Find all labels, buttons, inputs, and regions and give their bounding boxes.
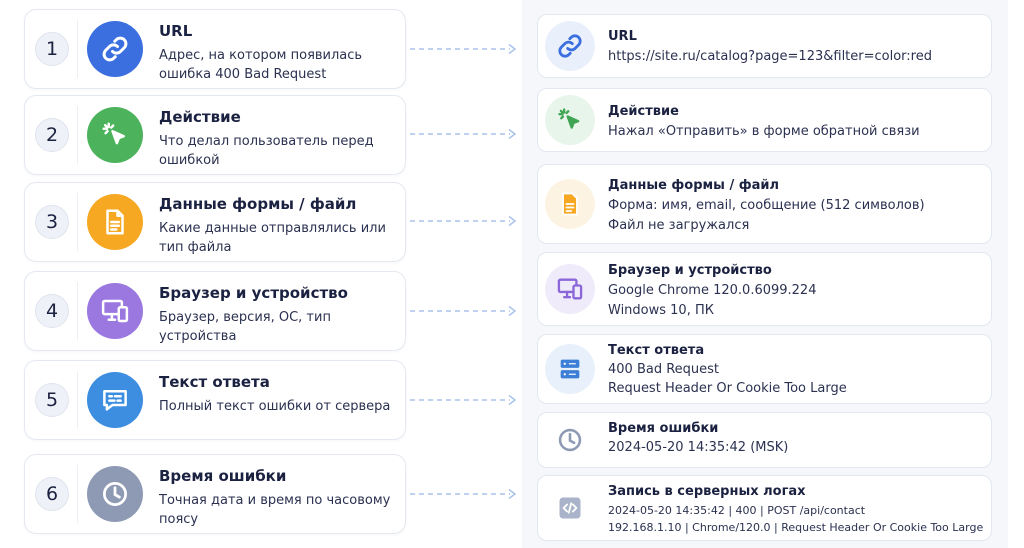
step-title: Браузер и устройство	[159, 284, 348, 302]
example-title: URL	[608, 29, 637, 44]
document-icon	[87, 194, 143, 250]
link-icon	[545, 21, 595, 71]
step-title: Действие	[159, 108, 241, 126]
step-card-error-time: 6 Время ошибки Точная дата и время по ча…	[24, 454, 406, 534]
example-card-server-logs: Запись в серверных логах 2024-05-20 14:3…	[537, 475, 992, 541]
step-description: Адрес, на котором появилась ошибка 400 B…	[159, 48, 363, 82]
cursor-click-icon	[545, 95, 595, 145]
step-description: Что делал пользователь перед ошибкой	[159, 134, 374, 168]
divider	[77, 282, 78, 340]
example-title: Время ошибки	[608, 421, 719, 436]
clock-icon	[87, 466, 143, 522]
example-title: Данные формы / файл	[608, 178, 780, 193]
message-icon	[87, 372, 143, 428]
step-description: Какие данные отправлялись или тип файла	[159, 221, 386, 255]
step-card-response-text: 5 Текст ответа Полный текст ошибки от се…	[24, 360, 406, 440]
divider	[77, 465, 78, 523]
divider	[77, 106, 78, 164]
example-card-action: Действие Нажал «Отправить» в форме обрат…	[537, 88, 992, 152]
example-value: 400 Bad Request	[608, 362, 720, 377]
example-value: Нажал «Отправить» в форме обратной связи	[608, 124, 920, 139]
devices-icon	[87, 283, 143, 339]
cursor-click-icon	[87, 107, 143, 163]
example-card-response-text: Текст ответа 400 Bad Request Request Hea…	[537, 334, 992, 404]
link-icon	[87, 21, 143, 77]
steps-column: 1 URL Адрес, на котором появилась ошибка…	[0, 0, 520, 548]
devices-icon	[545, 264, 595, 314]
example-value: 2024-05-20 14:35:42 | 400 | POST /api/co…	[608, 504, 866, 517]
step-number: 5	[35, 383, 69, 417]
connector-arrow	[410, 394, 518, 406]
example-card-error-time: Время ошибки 2024-05-20 14:35:42 (MSK)	[537, 412, 992, 468]
step-title: Данные формы / файл	[159, 195, 357, 213]
step-number: 3	[35, 205, 69, 239]
example-title: Текст ответа	[608, 343, 705, 358]
code-icon	[545, 483, 595, 533]
divider	[77, 193, 78, 251]
step-card-browser: 4 Браузер и устройство Браузер, версия, …	[24, 271, 406, 351]
example-value: 2024-05-20 14:35:42 (MSK)	[608, 440, 789, 455]
connector-arrow	[410, 488, 518, 500]
step-number: 4	[35, 294, 69, 328]
step-card-action: 2 Действие Что делал пользователь перед …	[24, 95, 406, 175]
example-value: 192.168.1.10 | Chrome/120.0 | Request He…	[608, 521, 984, 534]
example-value: Windows 10, ПК	[608, 303, 714, 318]
step-description: Точная дата и время по часовому поясу	[159, 493, 391, 527]
step-title: Время ошибки	[159, 467, 287, 485]
step-number: 1	[35, 32, 69, 66]
example-value: Форма: имя, email, сообщение (512 символ…	[608, 198, 925, 213]
example-card-browser: Браузер и устройство Google Chrome 120.0…	[537, 252, 992, 326]
step-title: Текст ответа	[159, 373, 270, 391]
document-icon	[545, 179, 595, 229]
step-description: Полный текст ошибки от сервера	[159, 399, 391, 414]
divider	[77, 371, 78, 429]
step-card-url: 1 URL Адрес, на котором появилась ошибка…	[24, 9, 406, 89]
connector-arrow	[410, 128, 518, 140]
step-number: 6	[35, 477, 69, 511]
step-number: 2	[35, 118, 69, 152]
example-card-form-data: Данные формы / файл Форма: имя, email, с…	[537, 164, 992, 244]
example-value: https://site.ru/catalog?page=123&filter=…	[608, 49, 932, 64]
example-title: Браузер и устройство	[608, 263, 772, 278]
example-title: Запись в серверных логах	[608, 484, 806, 499]
step-title: URL	[159, 22, 193, 40]
example-value: Файл не загружался	[608, 218, 750, 233]
connector-arrow	[410, 215, 518, 227]
example-value: Google Chrome 120.0.6099.224	[608, 283, 817, 298]
example-card-url: URL https://site.ru/catalog?page=123&fil…	[537, 14, 992, 78]
step-card-form-data: 3 Данные формы / файл Какие данные отпра…	[24, 182, 406, 262]
clock-icon	[545, 415, 595, 465]
connector-arrow	[410, 43, 518, 55]
example-value: Request Header Or Cookie Too Large	[608, 381, 847, 396]
divider	[77, 20, 78, 78]
server-icon	[545, 344, 595, 394]
connector-arrow	[410, 305, 518, 317]
step-description: Браузер, версия, ОС, тип устройства	[159, 310, 331, 344]
example-title: Действие	[608, 104, 679, 119]
